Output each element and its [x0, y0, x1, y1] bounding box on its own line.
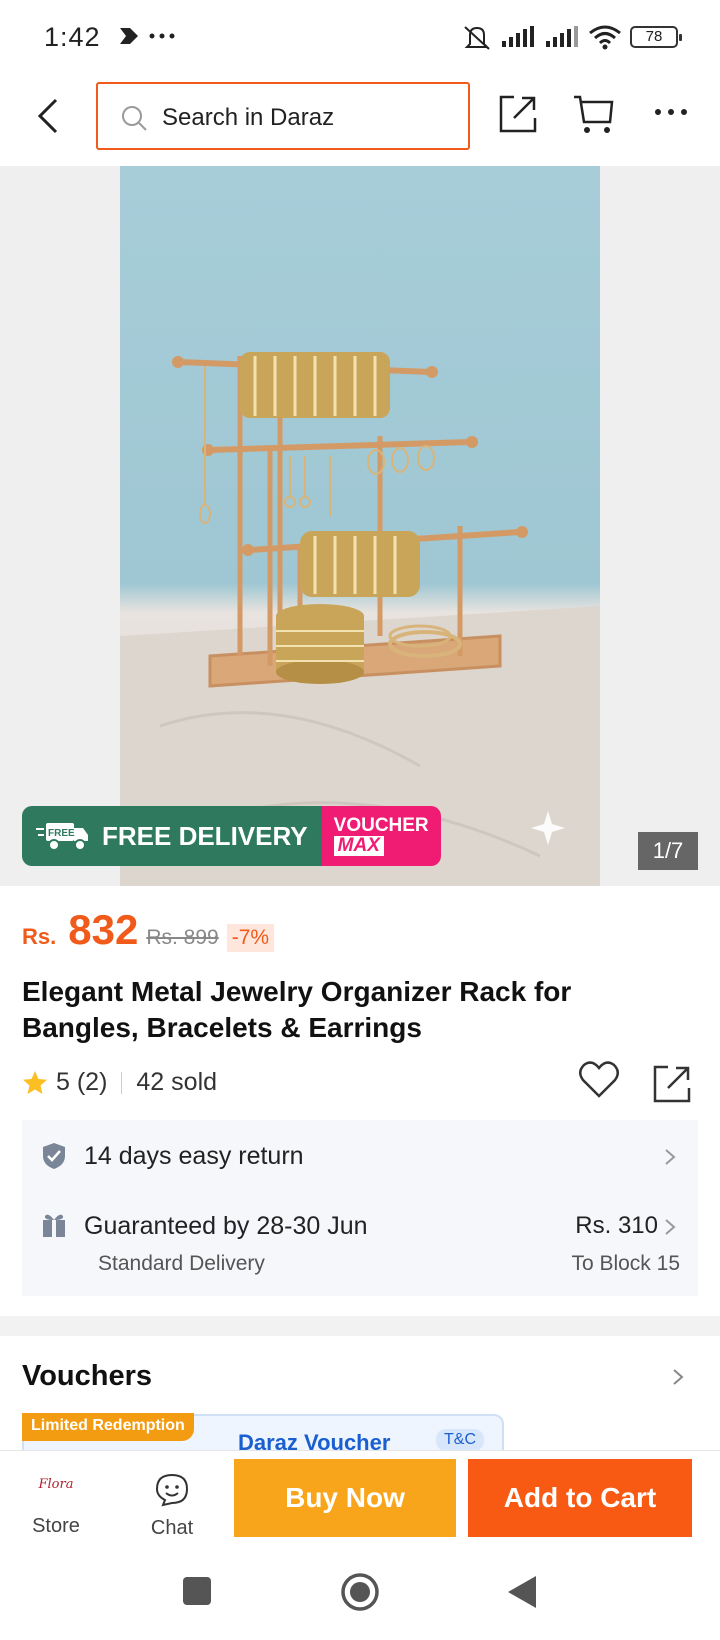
search-icon — [122, 106, 147, 131]
price-row: Rs. 832 Rs. 899 -7% — [22, 906, 275, 954]
section-divider — [0, 1316, 720, 1336]
easy-return-text[interactable]: 14 days easy return — [84, 1142, 304, 1171]
store-button[interactable]: Flora Store — [6, 1451, 106, 1538]
cart-icon[interactable] — [572, 92, 616, 136]
chevron-right-icon[interactable] — [672, 1368, 684, 1386]
chevron-right-icon[interactable] — [664, 1218, 676, 1236]
discount-badge: -7% — [226, 924, 275, 952]
current-price: 832 — [68, 906, 139, 953]
more-icon[interactable] — [654, 106, 688, 118]
status-right: 78 — [462, 24, 682, 50]
truck-icon: FREE — [36, 823, 88, 851]
wishlist-heart-icon[interactable] — [578, 1060, 620, 1100]
jewelry-rack-illustration — [120, 352, 600, 886]
limited-redemption-tag: Limited Redemption — [22, 1413, 194, 1441]
search-placeholder: Search in Daraz — [162, 104, 335, 131]
system-nav-bar — [0, 1550, 720, 1640]
guarantee-text[interactable]: Guaranteed by 28-30 Jun — [84, 1212, 368, 1241]
recents-icon[interactable] — [182, 1576, 212, 1606]
product-gallery[interactable]: FREE FREE DELIVERY VOUCHER MAX 1/7 — [0, 166, 720, 886]
chat-label: Chat — [150, 1517, 194, 1539]
chevron-right-icon[interactable] — [664, 1148, 676, 1166]
mute-icon — [464, 26, 490, 50]
bottom-action-bar: Flora Store Chat Buy Now Add to Cart — [0, 1450, 720, 1550]
notification-icons — [118, 24, 178, 55]
delivery-fee[interactable]: Rs. 310 — [575, 1212, 658, 1240]
notification-icon — [120, 28, 175, 44]
back-nav-icon[interactable] — [506, 1574, 538, 1610]
product-image — [120, 166, 600, 886]
currency-label: Rs. — [22, 924, 57, 949]
sold-count: 42 sold — [136, 1068, 218, 1096]
chat-icon — [155, 1473, 189, 1507]
status-bar: 1:42 78 — [0, 0, 720, 76]
status-time: 1:42 — [44, 22, 101, 52]
delivery-location[interactable]: To Block 15 — [571, 1252, 680, 1276]
max-label: MAX — [333, 836, 384, 856]
store-logo: Flora — [38, 1477, 74, 1492]
add-to-cart-button[interactable]: Add to Cart — [468, 1459, 692, 1537]
vouchers-heading[interactable]: Vouchers — [22, 1360, 152, 1393]
image-counter: 1/7 — [638, 832, 698, 870]
voucher-max-section: VOUCHER MAX — [321, 806, 441, 866]
rating-row[interactable]: 5 (2) 42 sold — [22, 1068, 217, 1097]
search-input[interactable]: Search in Daraz — [96, 82, 470, 150]
signal-icon-2 — [546, 26, 578, 47]
voucher-label: VOUCHER — [333, 815, 429, 836]
rating-divider — [121, 1071, 123, 1094]
gift-icon — [43, 1214, 65, 1237]
free-delivery-label: FREE DELIVERY — [102, 820, 308, 851]
product-title: Elegant Metal Jewelry Organizer Rack for… — [22, 976, 572, 1043]
back-icon[interactable] — [34, 96, 62, 136]
tnc-link[interactable]: T&C — [436, 1429, 484, 1451]
buy-now-button[interactable]: Buy Now — [234, 1459, 456, 1537]
store-label: Store — [32, 1515, 80, 1537]
signal-icon-1 — [502, 26, 534, 47]
top-header: Search in Daraz — [0, 76, 720, 166]
free-delivery-badge: FREE FREE DELIVERY VOUCHER MAX — [22, 806, 441, 866]
shield-icon — [43, 1143, 65, 1169]
rating-value: 5 (2) — [56, 1068, 108, 1096]
wifi-icon — [589, 25, 621, 50]
free-delivery-section: FREE FREE DELIVERY — [22, 806, 322, 866]
free-small-label: FREE — [48, 828, 75, 839]
product-share-icon[interactable] — [652, 1064, 692, 1104]
star-icon — [23, 1070, 47, 1094]
service-info-box: 14 days easy return Guaranteed by 28-30 … — [22, 1120, 698, 1296]
home-icon[interactable] — [340, 1572, 380, 1612]
share-icon[interactable] — [498, 94, 538, 134]
battery-indicator: 78 — [630, 26, 682, 48]
delivery-type: Standard Delivery — [98, 1252, 265, 1275]
original-price: Rs. 899 — [146, 926, 219, 949]
chat-button[interactable]: Chat — [122, 1451, 222, 1540]
